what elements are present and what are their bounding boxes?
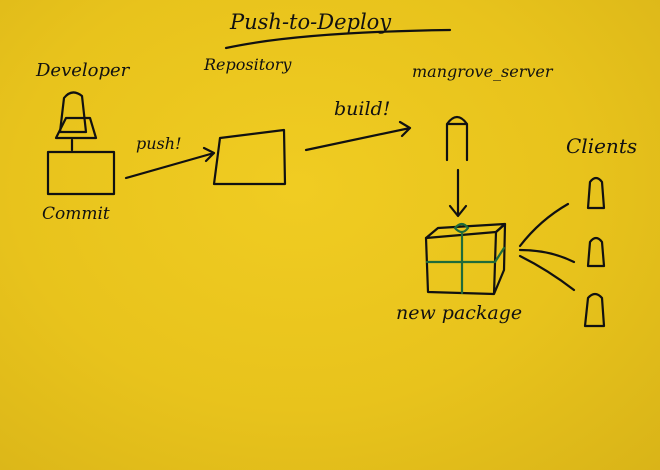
client-1-icon <box>586 176 606 210</box>
client-2-icon <box>586 236 606 268</box>
down-arrow <box>448 168 468 218</box>
developer-label: Developer <box>36 60 130 81</box>
server-label: mangrove_server <box>412 62 553 81</box>
client-links <box>518 202 576 292</box>
commit-label: Commit <box>42 204 110 224</box>
build-label: build! <box>334 98 391 120</box>
server-icon <box>445 115 469 162</box>
developer-figure <box>54 91 98 152</box>
client-3-icon <box>583 292 606 328</box>
package-icon <box>424 222 507 296</box>
push-label: push! <box>136 134 182 153</box>
package-label: new package <box>396 302 523 324</box>
commit-box <box>46 150 116 196</box>
repository-label: Repository <box>204 55 292 74</box>
build-arrow <box>304 120 412 152</box>
repository-box <box>212 128 287 186</box>
clients-label: Clients <box>566 134 638 158</box>
diagram-title: Push-to-Deploy <box>230 10 392 34</box>
